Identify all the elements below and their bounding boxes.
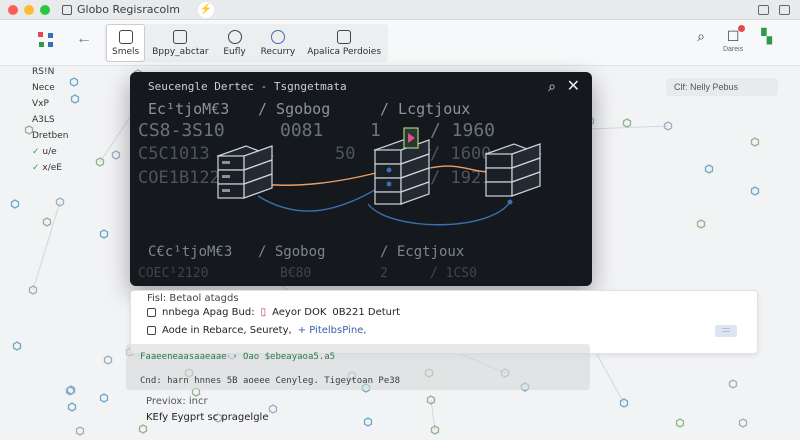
network-node-icon — [42, 217, 52, 227]
titlebar-actions — [758, 4, 790, 15]
apps-button[interactable]: ▚ — [761, 28, 772, 45]
tool-apalica[interactable]: Apalica Perdoies — [302, 24, 386, 62]
toolbar-right-actions: ⌕ ☐ Dareis ▚ — [697, 25, 772, 53]
cube-icon — [173, 29, 188, 44]
notification-badge — [738, 25, 746, 32]
tool-label: Apalica Perdoies — [307, 46, 382, 57]
log-row: Cnd: harn hnnes 5B aoeee Cenyleg. Tigeyt… — [140, 376, 401, 386]
filter-button[interactable]: Clf: Nelly Pebus — [666, 78, 778, 96]
tool-label: Eufly — [223, 46, 246, 57]
cloud-icon — [227, 29, 242, 44]
network-node-icon — [99, 229, 109, 239]
tool-label: Recurry — [260, 46, 296, 57]
network-link — [430, 399, 436, 431]
left-sidebar: RS!N Nece VxP A3LS Dretben u/e x/eE — [32, 64, 102, 176]
a-circle-icon — [270, 29, 285, 44]
tab-app-icon — [62, 4, 72, 15]
sidebar-item[interactable]: RS!N — [32, 64, 102, 80]
details-header: Fisl: Betaol atagds — [147, 293, 239, 304]
preview-label: Previox: incr — [146, 396, 208, 407]
window-menu-icon[interactable] — [779, 4, 790, 15]
modal-title: Seucengle Dertec - Tsgngetmata — [148, 80, 347, 93]
details-line: nnbega Apag Bud: ▯ Aeyor DOK 0B221 Detur… — [147, 307, 400, 318]
details-link[interactable]: + PitelbsPine, — [298, 325, 367, 336]
network-node-icon — [738, 418, 748, 428]
network-node-icon — [75, 426, 85, 436]
network-link — [32, 201, 61, 291]
server-stack-3 — [484, 143, 542, 205]
new-tab-button[interactable]: ⚡ — [198, 1, 215, 18]
log-row: Faaeeneaasaaeaae · Oao $ebeayaoa5.a5 — [140, 352, 336, 362]
network-node-icon — [750, 137, 760, 147]
grid-icon: ▚ — [761, 28, 772, 44]
maximize-window-button[interactable] — [40, 4, 50, 15]
sidebar-item[interactable]: A3LS — [32, 112, 102, 128]
notification-icon: ☐ — [727, 25, 746, 45]
network-node-icon — [67, 402, 77, 412]
topology-modal: Ec¹tjoM€3 / Sgobog / Lcgtjoux CS8-3S10 0… — [130, 72, 592, 286]
restore-icon[interactable] — [758, 4, 769, 15]
details-text: 0B221 Deturt — [332, 307, 401, 318]
selection-marker-icon — [403, 127, 419, 149]
network-node-icon — [675, 418, 685, 428]
network-node-icon — [696, 219, 706, 229]
window-controls — [8, 4, 50, 15]
connection-line — [367, 201, 511, 226]
export-row[interactable]: KEfy Eygprt sc pragelgle — [146, 412, 269, 423]
network-node-icon — [12, 341, 22, 351]
network-node-icon — [750, 186, 760, 196]
network-node-icon — [728, 379, 738, 389]
network-node-icon — [363, 417, 373, 427]
modal-close-icon[interactable]: ✕ — [567, 76, 580, 96]
notifications-label: Dareis — [722, 46, 744, 53]
close-window-button[interactable] — [8, 4, 18, 15]
connection-line — [257, 183, 386, 212]
network-node-icon — [111, 150, 121, 160]
sidebar-item[interactable]: Dretben — [32, 128, 102, 144]
package-settings-icon — [337, 29, 352, 44]
window-title: Globo Regisracolm — [77, 3, 181, 16]
network-node-icon — [103, 355, 113, 365]
sidebar-item-checked[interactable]: x/eE — [32, 160, 102, 176]
server-stack-1 — [216, 145, 274, 199]
sidebar-item[interactable]: Nece — [32, 80, 102, 96]
minimize-window-button[interactable] — [24, 4, 34, 15]
tool-smels[interactable]: Smels — [106, 24, 146, 62]
network-node-icon — [622, 118, 632, 128]
document-icon — [118, 29, 133, 44]
server-topology-diagram — [216, 127, 542, 226]
tool-label: Bppy_abctar — [152, 46, 209, 57]
notifications-button[interactable]: ☐ Dareis — [722, 25, 746, 53]
search-button[interactable]: ⌕ — [697, 28, 705, 45]
main-toolbar: ← Smels Bppy_abctar Eufly Recurry Apalic… — [0, 20, 800, 66]
window-titlebar: Globo Regisracolm ⚡ — [0, 0, 800, 20]
tag-icon: ▯ — [260, 307, 267, 318]
connection-line — [257, 171, 381, 186]
modal-search-icon[interactable]: ⌕ — [548, 78, 556, 95]
details-line: Aode in Rebarce, Seurety, + PitelbsPine, — [147, 325, 367, 336]
cube-icon — [147, 308, 156, 317]
tool-bppy[interactable]: Bppy_abctar — [147, 24, 213, 62]
tool-eufly[interactable]: Eufly — [216, 24, 254, 62]
tool-label: Smels — [112, 46, 140, 57]
connection-line — [429, 165, 491, 173]
details-text: Aode in Rebarce, Seurety, — [162, 325, 292, 336]
details-text: Aeyor DOK — [272, 307, 327, 318]
tool-group: Smels Bppy_abctar Eufly Recurry Apalica … — [104, 24, 389, 62]
info-chip-button[interactable]: :::: — [715, 325, 737, 337]
server-stack-2 — [373, 139, 431, 205]
document-icon — [147, 326, 156, 335]
back-arrow-icon[interactable]: ← — [76, 30, 92, 48]
details-text: nnbega Apag Bud: — [162, 307, 255, 318]
network-node-icon — [99, 393, 109, 403]
network-node-icon — [268, 404, 278, 414]
search-icon: ⌕ — [697, 28, 705, 44]
app-logo-icon — [38, 32, 53, 47]
sidebar-item-checked[interactable]: u/e — [32, 144, 102, 160]
sidebar-item[interactable]: VxP — [32, 96, 102, 112]
network-node-icon — [704, 164, 714, 174]
tool-recurry[interactable]: Recurry — [256, 24, 301, 62]
network-node-icon — [138, 424, 148, 434]
network-node-icon — [10, 199, 20, 209]
